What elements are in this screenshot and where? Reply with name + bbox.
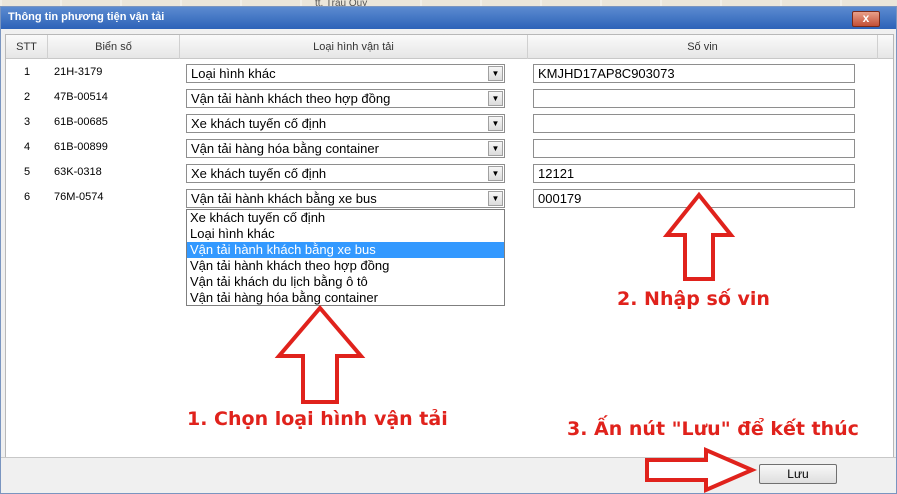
annotation-step1: 1. Chọn loại hình vận tải [187,408,448,430]
up-arrow-icon [274,304,366,404]
chevron-down-icon[interactable]: ▼ [488,141,503,156]
dropdown-option[interactable]: Xe khách tuyến cố định [187,210,504,226]
vin-input[interactable]: KMJHD17AP8C903073 [533,64,855,83]
close-icon: x [862,11,870,25]
vehicle-table: STT Biển số Loại hình vận tải Số vin 1 2… [5,34,894,459]
annotation-step2: 2. Nhập số vin [617,288,770,310]
type-select-value: Vận tải hành khách theo hợp đồng [191,91,391,106]
dropdown-option[interactable]: Vận tải khách du lịch bằng ô tô [187,274,504,290]
row-stt: 5 [23,166,31,178]
close-button[interactable]: x [852,11,880,27]
dropdown-option[interactable]: Vận tải hành khách theo hợp đồng [187,258,504,274]
dialog-title: Thông tin phương tiện vận tải [8,11,165,23]
up-arrow-icon [662,191,736,281]
right-arrow-icon [645,446,758,494]
chevron-down-icon[interactable]: ▼ [488,166,503,181]
vin-input[interactable] [533,89,855,108]
header-type: Loại hình vận tải [180,35,528,59]
row-stt: 6 [23,191,31,203]
row-plate: 76M-0574 [54,191,104,203]
row-plate: 61B-00685 [54,116,108,128]
type-select-value: Xe khách tuyến cố định [191,166,327,181]
dropdown-option[interactable]: Loại hình khác [187,226,504,242]
type-select-value: Loại hình khác [191,66,276,81]
chevron-down-icon[interactable]: ▼ [488,191,503,206]
type-select[interactable]: Xe khách tuyến cố định ▼ [186,164,505,183]
row-plate: 47B-00514 [54,91,108,103]
type-select[interactable]: Loại hình khác ▼ [186,64,505,83]
type-select[interactable]: Vận tải hành khách bằng xe bus ▼ [186,189,505,208]
vin-input[interactable]: 12121 [533,164,855,183]
header-stt: STT [6,35,48,59]
row-stt: 3 [23,116,31,128]
vin-input[interactable] [533,139,855,158]
type-dropdown-list[interactable]: Xe khách tuyến cố định Loại hình khác Vận … [186,209,505,306]
dropdown-option[interactable]: Vận tải hàng hóa bằng container [187,290,504,306]
chevron-down-icon[interactable]: ▼ [488,91,503,106]
type-select-value: Vận tải hàng hóa bằng container [191,141,379,156]
dialog-footer: Lưu [1,457,896,493]
type-select-value: Vận tải hành khách bằng xe bus [191,191,377,206]
header-plate: Biển số [48,35,180,59]
chevron-down-icon[interactable]: ▼ [488,66,503,81]
row-stt: 2 [23,91,31,103]
row-plate: 21H-3179 [54,66,103,78]
vin-input[interactable] [533,114,855,133]
chevron-down-icon[interactable]: ▼ [488,116,503,131]
save-button[interactable]: Lưu [759,464,837,484]
type-select-value: Xe khách tuyến cố định [191,116,327,131]
annotation-step3: 3. Ấn nút "Lưu" để kết thúc [567,418,859,440]
table-header: STT Biển số Loại hình vận tải Số vin [6,35,893,59]
row-plate: 63K-0318 [54,166,102,178]
type-select[interactable]: Xe khách tuyến cố định ▼ [186,114,505,133]
row-plate: 61B-00899 [54,141,108,153]
type-select[interactable]: Vận tải hành khách theo hợp đồng ▼ [186,89,505,108]
row-stt: 1 [23,66,31,78]
dialog-titlebar: Thông tin phương tiện vận tải x [1,7,896,29]
header-vin: Số vin [528,35,878,59]
type-select[interactable]: Vận tải hàng hóa bằng container ▼ [186,139,505,158]
row-stt: 4 [23,141,31,153]
dropdown-option[interactable]: Vận tải hành khách bằng xe bus [187,242,504,258]
